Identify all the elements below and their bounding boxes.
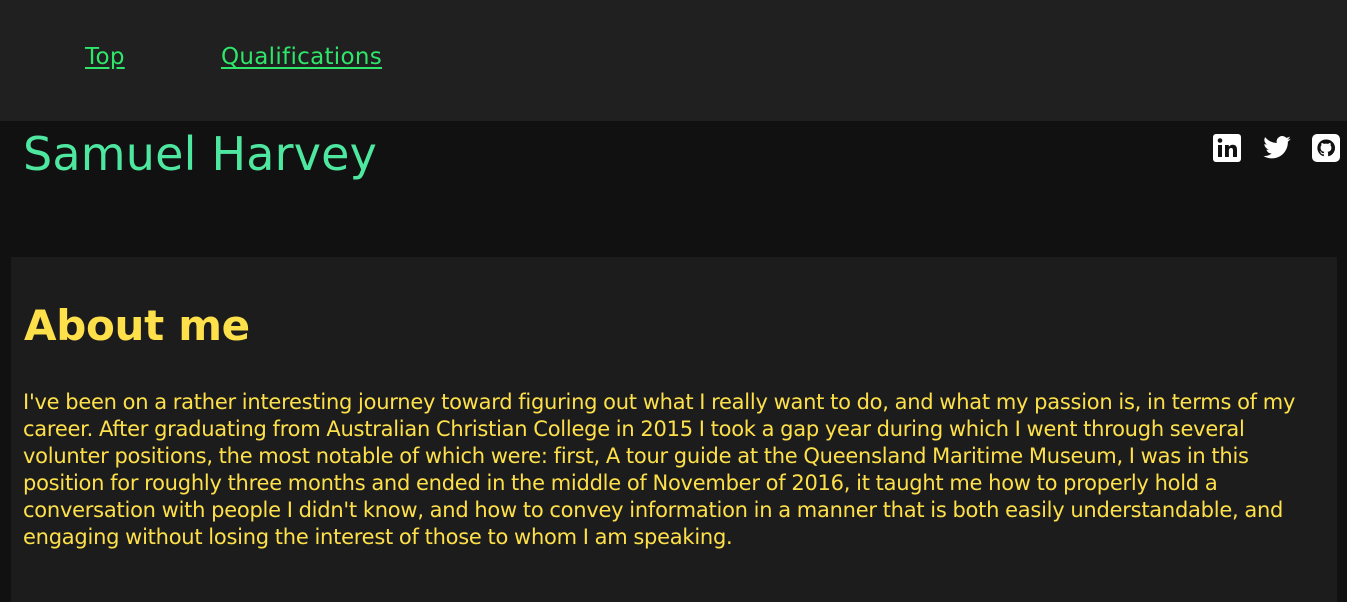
about-heading: About me	[24, 301, 250, 350]
github-icon[interactable]	[1311, 133, 1341, 163]
top-navigation: Top Qualifications	[0, 0, 1347, 121]
about-paragraph: I've been on a rather interesting journe…	[23, 390, 1296, 549]
site-owner-name: Samuel Harvey	[23, 127, 378, 181]
linkedin-icon[interactable]	[1212, 133, 1242, 163]
twitter-icon[interactable]	[1261, 133, 1291, 163]
nav-link-top[interactable]: Top	[85, 44, 125, 70]
nav-link-qualifications[interactable]: Qualifications	[221, 44, 382, 70]
about-section: About me I've been on a rather interesti…	[11, 257, 1337, 602]
page-header: Samuel Harvey	[0, 121, 1347, 257]
